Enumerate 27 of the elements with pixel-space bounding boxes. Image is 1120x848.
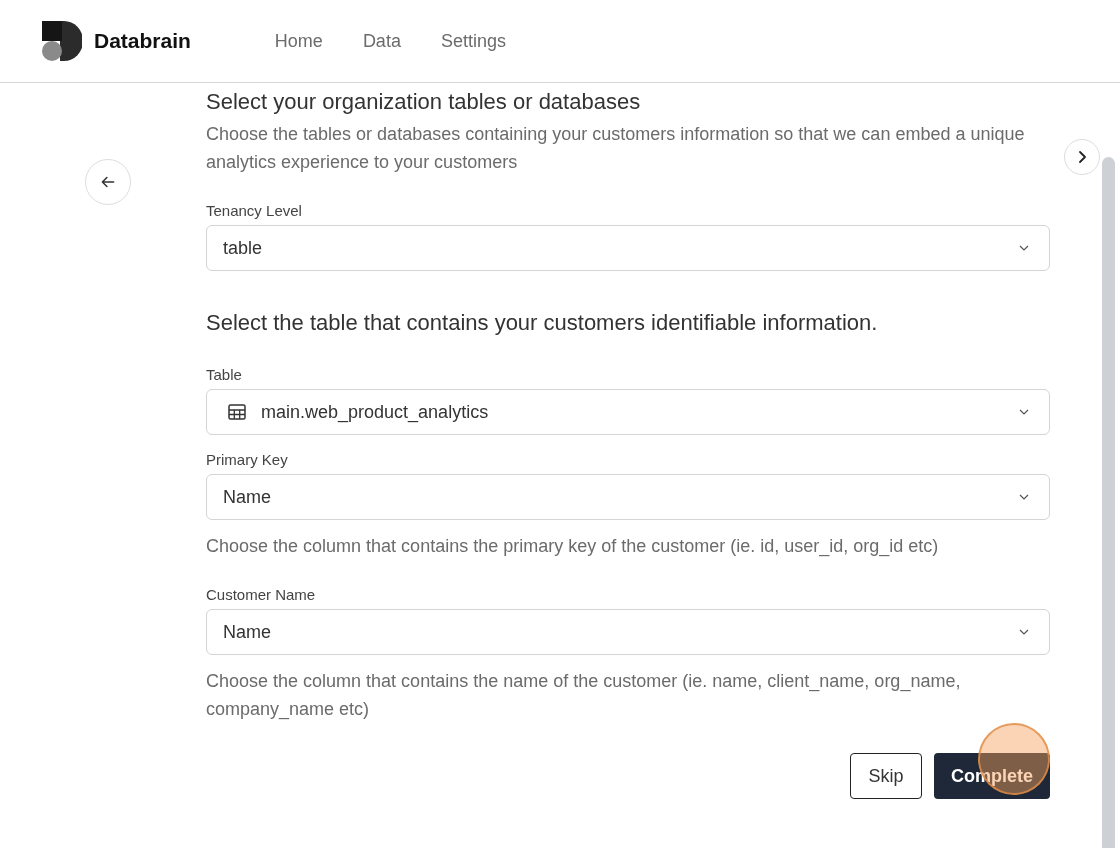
tenancy-select[interactable]: table xyxy=(206,225,1050,271)
section-title: Select the table that contains your customers identifiable information. xyxy=(206,310,879,336)
back-button[interactable] xyxy=(85,159,131,205)
nav-link[interactable]: Home xyxy=(274,30,323,52)
help-text: Choose the column that contains the primary key of the customer (ie. id, user_id, org_id etc) xyxy=(206,535,940,559)
field-label: Table xyxy=(206,366,243,383)
nav-link[interactable]: Data xyxy=(362,30,401,52)
nav-link[interactable]: Settings xyxy=(440,30,506,52)
field-label: Customer Name xyxy=(206,586,317,603)
brand-name: Databrain xyxy=(94,29,191,53)
chevron-down-icon xyxy=(1019,494,1029,500)
column-select[interactable]: Name xyxy=(206,474,1050,520)
field-label: Primary Key xyxy=(206,451,289,468)
table-icon xyxy=(228,404,246,420)
scrollbar[interactable] xyxy=(1102,157,1115,848)
page-title: Select your organization tables or databases xyxy=(206,88,642,116)
chevron-down-icon xyxy=(1019,245,1029,251)
skip-button[interactable]: Skip xyxy=(850,753,922,799)
next-button[interactable] xyxy=(1064,139,1100,175)
help-text: Choose the column that contains the name of the customer (ie. name, client_name, org_name, company_name etc) xyxy=(206,670,962,722)
logo-icon xyxy=(42,20,82,62)
page-description: Choose the tables or databases containing your customers information so that we can embed a unique analytics experience to your customers xyxy=(206,123,1026,174)
chevron-down-icon xyxy=(1019,629,1029,635)
column-select[interactable]: main.web_product_analytics xyxy=(206,389,1050,435)
chevron-down-icon xyxy=(1019,409,1029,415)
field-label: Tenancy Level xyxy=(206,202,303,219)
column-select[interactable]: Name xyxy=(206,609,1050,655)
